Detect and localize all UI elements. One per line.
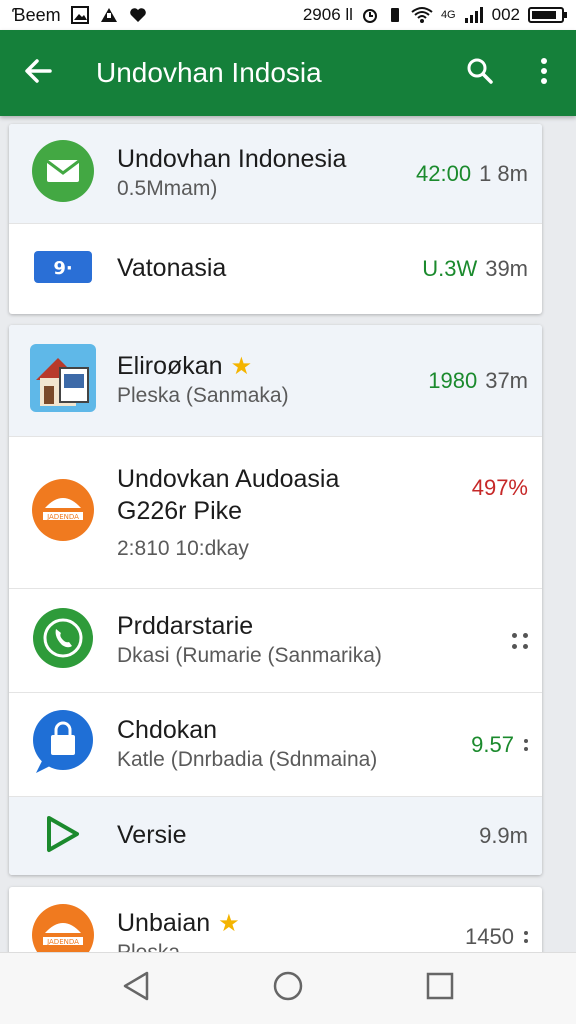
list-item[interactable]: 9· Vatonasia U.3W 39m: [9, 224, 542, 314]
system-nav-bar: [0, 952, 576, 1024]
list-item[interactable]: Undovhan Indonesia 0.5Mmam) 42:00 1 8m: [9, 124, 542, 224]
row-value: 497%: [471, 475, 528, 501]
nav-back-button[interactable]: [106, 959, 166, 1019]
list-item[interactable]: Chdokan Katle (Dnrbadia (Sdnmaina) 9.57: [9, 693, 542, 797]
more-vert-small-icon[interactable]: [524, 738, 528, 751]
app-icon-cell: JADENDA: [9, 478, 117, 547]
battery-text: 002: [491, 5, 520, 24]
back-button[interactable]: [0, 30, 76, 116]
row-value: 1450: [465, 924, 514, 949]
phone-icon: [32, 607, 94, 674]
page-title: Undovhan Indosia: [96, 57, 322, 88]
status-bar: Ɓeem 2906 ll 4G 002: [0, 0, 576, 30]
row-right: U.3W 39m: [422, 256, 528, 282]
wifi-icon: [411, 6, 433, 24]
vibrate-icon: [387, 6, 403, 24]
row-right: 497%: [472, 475, 528, 501]
search-button[interactable]: [448, 30, 512, 116]
row-title: Unbaian: [117, 908, 211, 937]
mail-icon: [31, 139, 95, 208]
row-value: 1980: [428, 367, 478, 393]
row-right: 1450: [465, 924, 528, 950]
heart-icon: [129, 7, 147, 23]
search-icon: [466, 57, 494, 90]
alarm-icon: [361, 6, 379, 24]
badge-9-icon: 9·: [34, 250, 92, 288]
app-icon-cell: [9, 815, 117, 858]
row-unit: 39m: [485, 256, 528, 281]
more-grid-icon: [512, 632, 528, 649]
list-item[interactable]: Eliroøkan ★ Pleska (Sanmaka) 1980 37m: [9, 325, 542, 437]
row-value: U.3W: [422, 256, 478, 281]
app-toolbar: Undovhan Indosia: [0, 30, 576, 116]
star-icon: ★: [218, 909, 240, 937]
play-icon: [45, 815, 81, 858]
house-icon: [30, 344, 96, 417]
signal-icon: [464, 6, 484, 24]
status-left: Ɓeem: [12, 5, 147, 26]
gallery-icon: [70, 6, 89, 24]
card-middle: Eliroøkan ★ Pleska (Sanmaka) 1980 37m JAD…: [9, 325, 542, 875]
signal-label: 4G: [440, 9, 456, 21]
app-icon-cell: [9, 139, 117, 208]
row-value: 9.57: [471, 731, 514, 757]
nav-recents-button[interactable]: [410, 959, 470, 1019]
app-icon-cell: [9, 607, 117, 674]
app-icon-cell: [9, 344, 117, 417]
row-title: Prddarstarie: [117, 612, 254, 641]
row-unit: 1 8m: [479, 160, 528, 186]
row-subtitle: Dkasi (Rumarie (Sanmarika): [117, 644, 382, 668]
svg-text:9·: 9·: [53, 258, 72, 279]
card-top: Undovhan Indonesia 0.5Mmam) 42:00 1 8m 9…: [9, 124, 542, 314]
list-item[interactable]: Prddarstarie Dkasi (Rumarie (Sanmarika): [9, 589, 542, 693]
row-meta: 2:810 10:dkay: [117, 536, 249, 560]
nav-back-icon: [121, 970, 151, 1007]
carrier-label: Ɓeem: [12, 4, 61, 25]
row-right: 1980 37m: [428, 368, 528, 394]
app-icon-cell: 9·: [9, 250, 117, 288]
row-text: Prddarstarie Dkasi (Rumarie (Sanmarika): [117, 611, 542, 670]
nav-home-icon: [272, 970, 304, 1007]
jadenda-icon: JADENDA: [31, 478, 95, 547]
row-value: 42:00: [416, 160, 472, 186]
shopping-bag-icon: [32, 709, 94, 780]
toolbar-actions: [448, 30, 576, 116]
notification-icon: [99, 6, 119, 24]
star-icon: ★: [230, 353, 253, 381]
nav-home-button[interactable]: [258, 959, 318, 1019]
more-vert-icon: [540, 57, 548, 90]
row-title: Eliroøkan: [117, 352, 223, 381]
row-right: 9.9m: [479, 823, 528, 849]
status-right: 2906 ll 4G 002: [302, 5, 567, 25]
list-item[interactable]: JADENDA Undovkan Audoasia G226r Pike 2:8…: [9, 437, 542, 589]
battery-icon: [528, 7, 567, 23]
list-item[interactable]: Versie 9.9m: [9, 797, 542, 875]
row-right: 42:00 1 8m: [416, 161, 528, 187]
svg-text:JADENDA: JADENDA: [46, 938, 79, 946]
status-time: 2906 ll: [302, 5, 353, 24]
svg-text:JADENDA: JADENDA: [46, 513, 79, 521]
more-options-button[interactable]: [512, 30, 576, 116]
more-vert-small-icon[interactable]: [524, 931, 528, 943]
nav-recents-icon: [426, 972, 454, 1005]
row-right: 9.57: [471, 732, 528, 758]
row-unit: 37m: [485, 367, 528, 393]
app-icon-cell: [9, 709, 117, 780]
row-unit: 9.9m: [479, 823, 528, 848]
row-more-button[interactable]: [510, 632, 528, 649]
arrow-left-icon: [23, 56, 53, 91]
